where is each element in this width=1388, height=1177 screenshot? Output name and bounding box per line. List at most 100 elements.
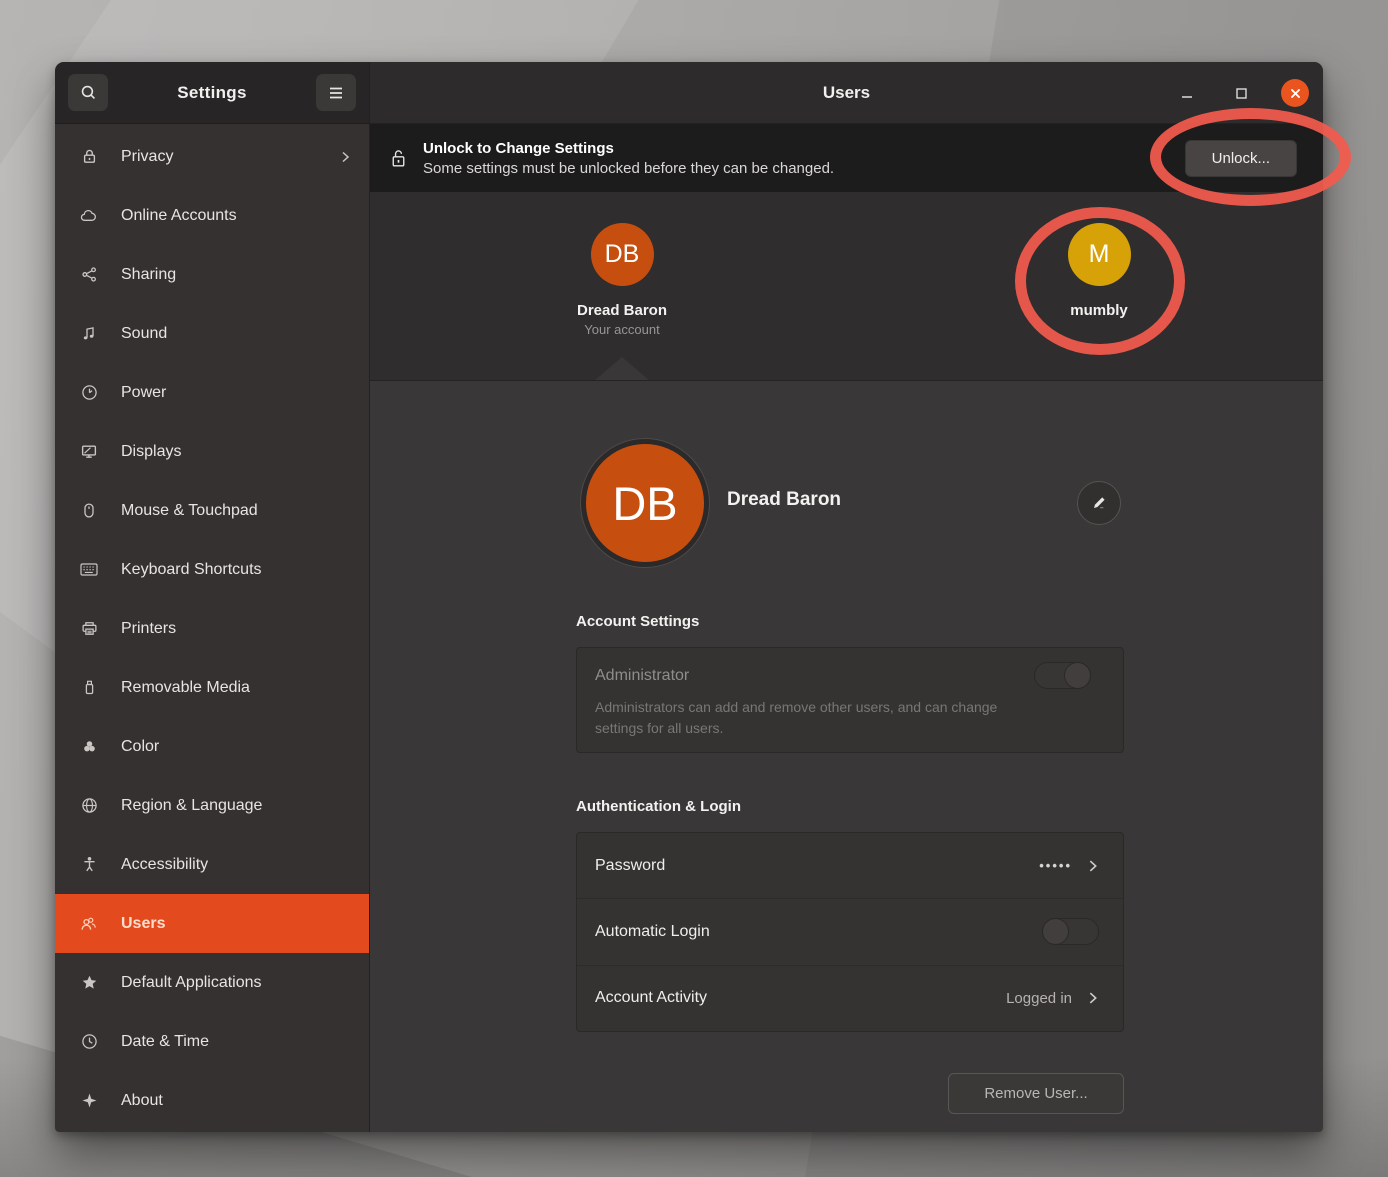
sidebar-item-accessibility[interactable]: Accessibility [55,835,369,894]
user-dread-baron[interactable]: DB Dread Baron Your account [522,223,722,337]
user-carousel: DB Dread Baron Your account M mumbly [370,192,1323,381]
sidebar-item-default-applications[interactable]: Default Applications [55,953,369,1012]
account-activity-value: Logged in [1006,990,1072,1007]
administrator-toggle[interactable] [1034,662,1091,689]
unlock-button[interactable]: Unlock... [1185,140,1297,177]
power-icon [79,383,99,403]
administrator-description: Administrators can add and remove other … [595,697,1015,739]
sidebar-item-privacy[interactable]: Privacy [55,127,369,186]
search-button[interactable] [68,74,108,111]
sidebar-item-label: Keyboard Shortcuts [121,561,351,579]
sidebar-list: Privacy Online Accounts Sharing [55,124,369,1132]
edit-name-button[interactable] [1077,481,1121,525]
banner-subtitle: Some settings must be unlocked before th… [423,159,1185,179]
sidebar-item-label: Removable Media [121,679,351,697]
password-dots: ••••• [1039,858,1072,873]
sidebar-item-power[interactable]: Power [55,363,369,422]
toggle-knob [1064,662,1091,689]
sidebar-item-label: Color [121,738,351,756]
automatic-login-toggle[interactable] [1042,918,1099,945]
sidebar-item-printers[interactable]: Printers [55,599,369,658]
close-icon [1289,87,1302,100]
password-row[interactable]: Password ••••• [577,833,1123,898]
auth-login-card: Password ••••• Automatic Login Account A… [576,832,1124,1032]
minimize-button[interactable] [1173,79,1201,107]
search-icon [80,84,97,101]
sidebar-item-label: Accessibility [121,856,351,874]
sidebar-item-label: Mouse & Touchpad [121,502,351,520]
sidebar-item-label: Default Applications [121,974,351,992]
sidebar-item-about[interactable]: About [55,1071,369,1130]
chevron-right-icon [1086,858,1099,874]
lock-icon [79,147,99,167]
clock-icon [79,1032,99,1052]
avatar-initials: DB [605,240,640,269]
section-heading-account-settings: Account Settings [576,613,699,630]
avatar: M [1068,223,1131,286]
sidebar-item-label: Displays [121,443,351,461]
sidebar-item-date-time[interactable]: Date & Time [55,1012,369,1071]
banner-title: Unlock to Change Settings [423,138,1185,159]
administrator-label: Administrator [595,667,689,685]
globe-icon [79,796,99,816]
maximize-button[interactable] [1227,79,1255,107]
window-controls [1173,62,1309,124]
display-icon [79,442,99,462]
menu-button[interactable] [316,74,356,111]
accessibility-icon [79,855,99,875]
user-mumbly[interactable]: M mumbly [999,223,1199,319]
sidebar-item-keyboard-shortcuts[interactable]: Keyboard Shortcuts [55,540,369,599]
sparkle-icon [79,1091,99,1111]
sidebar-item-removable-media[interactable]: Removable Media [55,658,369,717]
user-name: Dread Baron [577,302,667,319]
profile-name: Dread Baron [727,489,841,511]
main-panel: Users Unlock to Change Set [370,62,1323,1132]
sidebar-header: Settings [55,62,369,124]
banner-text: Unlock to Change Settings Some settings … [423,138,1185,179]
close-button[interactable] [1281,79,1309,107]
sidebar-item-label: Users [121,915,351,933]
account-activity-row[interactable]: Account Activity Logged in [577,965,1123,1031]
sidebar-item-region-language[interactable]: Region & Language [55,776,369,835]
sidebar-title: Settings [177,83,246,103]
pencil-icon [1090,494,1108,512]
automatic-login-row: Automatic Login [577,898,1123,964]
page-title: Users [823,83,870,103]
account-settings-card: Administrator Administrators can add and… [576,647,1124,753]
mouse-icon [79,501,99,521]
sidebar-item-sound[interactable]: Sound [55,304,369,363]
account-activity-label: Account Activity [595,989,1006,1007]
sidebar-item-label: Region & Language [121,797,351,815]
usb-drive-icon [79,678,99,698]
profile-avatar-ring: DB [580,438,710,568]
avatar-initials: M [1089,240,1110,269]
password-label: Password [595,857,1039,875]
printer-icon [79,619,99,639]
users-icon [79,914,99,934]
keyboard-icon [79,560,99,580]
sidebar-item-online-accounts[interactable]: Online Accounts [55,186,369,245]
chevron-right-icon [1086,990,1099,1006]
sidebar: Settings Privacy Onl [55,62,370,1132]
cloud-icon [79,206,99,226]
sidebar-item-label: About [121,1092,351,1110]
user-subtitle: Your account [584,322,659,337]
user-detail-panel: DB Dread Baron Account Settings Administ… [370,381,1323,1132]
selected-user-notch [594,357,650,381]
color-circles-icon [79,737,99,757]
headerbar: Users [370,62,1323,124]
remove-user-button[interactable]: Remove User... [948,1073,1124,1114]
sidebar-item-color[interactable]: Color [55,717,369,776]
sidebar-item-users[interactable]: Users [55,894,369,953]
music-note-icon [79,324,99,344]
settings-window: Settings Privacy Onl [55,62,1323,1132]
administrator-row: Administrator [595,662,1091,689]
sidebar-item-label: Privacy [121,148,339,166]
sidebar-item-label: Sound [121,325,351,343]
sidebar-item-sharing[interactable]: Sharing [55,245,369,304]
sidebar-item-label: Printers [121,620,351,638]
sidebar-item-displays[interactable]: Displays [55,422,369,481]
sidebar-item-label: Sharing [121,266,351,284]
sidebar-item-mouse-touchpad[interactable]: Mouse & Touchpad [55,481,369,540]
share-icon [79,265,99,285]
